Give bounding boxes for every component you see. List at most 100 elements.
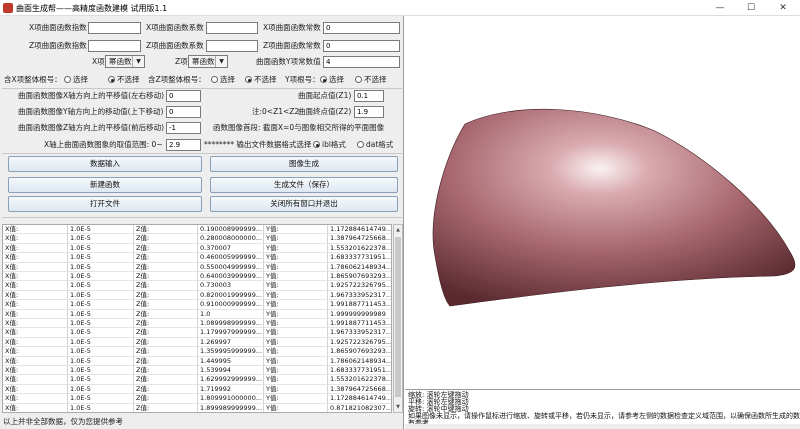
x-const-input[interactable]: 0 (323, 22, 400, 34)
z-const-input[interactable]: 0 (323, 40, 400, 52)
close-all-button[interactable]: 关闭所有窗口并退出 (210, 196, 398, 212)
generate-file-button[interactable]: 生成文件（保存） (210, 177, 398, 193)
table-row[interactable]: X值: 1.0E-5 Z值: 1.269997 Y值: 1.925722326795... (3, 337, 391, 348)
table-cell: Y值: (264, 253, 328, 263)
x-exp-input[interactable] (88, 22, 141, 34)
x-root-select-radio[interactable]: 选择 (64, 74, 88, 86)
y-shift-label: 曲面函数图像Y轴方向上的移动值(上下移动) (18, 107, 164, 116)
z-exp-input[interactable] (88, 40, 141, 52)
z-type-value: 幂函数 (192, 57, 215, 66)
table-cell: 1.172884614749... (328, 225, 392, 235)
table-row[interactable]: X值: 1.0E-5 Z值: 1.359995999999... Y值: 1.865907… (3, 347, 391, 357)
table-cell: 1.449995 (198, 356, 264, 366)
y-shift-input[interactable]: 0 (166, 106, 201, 118)
table-row[interactable]: X值: 1.0E-5 Z值: 0.280008000000... Y值: 1.387964… (3, 234, 391, 244)
table-row[interactable]: X值: 1.0E-5 Z值: 0.730003 Y值: 1.925722326795... (3, 281, 391, 291)
table-cell: 0.190008999999... (198, 225, 264, 235)
table-row[interactable]: X值: 1.0E-5 Z值: 1.539994 Y值: 1.683337731951... (3, 366, 391, 376)
table-row[interactable]: X值: 1.0E-5 Z值: 0.460005999999... Y值: 1.683337… (3, 253, 391, 263)
table-row[interactable]: X值: 1.0E-5 Z值: 0.550004999999... Y值: 1.786062… (3, 262, 391, 272)
radio-checked-icon (313, 141, 320, 148)
x-root-not-select-radio[interactable]: 不选择 (108, 74, 140, 86)
table-cell: 1.967333952317... (328, 290, 392, 301)
data-table[interactable]: X值: 1.0E-5 Z值: 0.190008999999... Y值: 1.172884… (2, 224, 392, 413)
table-cell: Z值: (134, 375, 198, 385)
z-root-not-select-radio[interactable]: 不选择 (245, 74, 277, 86)
image-generate-button[interactable]: 图像生成 (210, 156, 398, 172)
table-cell: 1.0E-5 (68, 356, 134, 366)
x-coef-input[interactable] (206, 22, 258, 34)
render-canvas[interactable] (405, 16, 800, 389)
scroll-up-icon[interactable]: ▲ (394, 225, 402, 235)
z-type-select[interactable]: 幂函数 ▼ (188, 55, 228, 68)
z-root-select-radio[interactable]: 选择 (211, 74, 235, 86)
x-const-label: X项曲面函数常数 (263, 23, 321, 32)
z-const-label: Z项曲面函数常数 (263, 41, 321, 50)
table-cell: Y值: (264, 234, 328, 244)
format-dat-radio[interactable]: dat格式 (357, 139, 393, 151)
scroll-down-icon[interactable]: ▼ (394, 402, 402, 412)
x-shift-input[interactable]: 0 (166, 90, 201, 102)
z-coef-input[interactable] (206, 40, 258, 52)
x-type-select[interactable]: 幂函数 ▼ (105, 55, 145, 68)
table-row[interactable]: X值: 1.0E-5 Z值: 1.0 Y值: 1.999999999989 (3, 309, 391, 319)
chevron-down-icon: ▼ (132, 56, 144, 67)
table-row[interactable]: X值: 1.0E-5 Z值: 1.449995 Y值: 1.786062148934... (3, 356, 391, 366)
table-cell: 1.999999999989 (328, 310, 391, 319)
table-row[interactable]: X值: 1.0E-5 Z值: 1.629992999999... Y值: 1.553201… (3, 375, 391, 385)
table-cell: 1.089998999999... (198, 319, 264, 329)
table-cell: X值: (3, 328, 68, 338)
data-input-button[interactable]: 数据输入 (8, 156, 202, 172)
table-cell: 1.0E-5 (68, 281, 134, 291)
y-const-input[interactable]: 4 (323, 56, 400, 68)
close-button[interactable]: ✕ (768, 0, 798, 16)
y-root-select-radio[interactable]: 选择 (320, 74, 344, 86)
open-file-button[interactable]: 打开文件 (8, 196, 202, 212)
table-cell: X值: (3, 281, 68, 291)
z1-input[interactable]: 0.1 (354, 90, 384, 102)
table-row[interactable]: X值: 1.0E-5 Z值: 0.190008999999... Y值: 1.172884… (3, 225, 392, 235)
table-row[interactable]: X值: 1.0E-5 Z值: 0.910000999999... Y值: 1.991887… (3, 300, 391, 310)
table-row[interactable]: X值: 1.0E-5 Z值: 1.809991000000... Y值: 1.172884… (3, 394, 391, 404)
z-range-note: 注:0<Z1<Z2 (252, 107, 300, 116)
maximize-button[interactable]: ☐ (736, 0, 766, 16)
x-exp-label: X项曲面函数指数 (29, 23, 87, 32)
y-root-not-select-radio[interactable]: 不选择 (355, 74, 387, 86)
x-type-value: 幂函数 (109, 57, 132, 66)
z2-input[interactable]: 1.9 (354, 106, 384, 118)
table-row[interactable]: X值: 1.0E-5 Z值: 1.089998999999... Y值: 1.991887… (3, 319, 391, 329)
radio-label: 选择 (329, 75, 344, 84)
minimize-button[interactable]: — (705, 0, 735, 16)
x-range-label: X轴上曲面函数图象的取值范围: 0~ (44, 140, 163, 149)
table-cell: Z值: (134, 328, 198, 338)
table-row[interactable]: X值: 1.0E-5 Z值: 0.820001999999... Y值: 1.967333… (3, 290, 392, 301)
table-cell: X值: (3, 262, 68, 272)
table-row[interactable]: X值: 1.0E-5 Z值: 0.370007 Y值: 1.553201622378... (3, 243, 391, 254)
table-cell: X值: (3, 300, 68, 310)
table-cell: X值: (3, 384, 68, 395)
info-scrollbar[interactable] (405, 424, 800, 429)
table-cell: Z值: (134, 243, 198, 254)
table-row[interactable]: X值: 1.0E-5 Z值: 0.640003999999... Y值: 1.865907… (3, 272, 391, 282)
new-function-button[interactable]: 新建函数 (8, 177, 202, 193)
z1-label: 曲面起点值(Z1) (298, 91, 352, 100)
format-ibl-radio[interactable]: ibl格式 (313, 139, 346, 151)
divider (2, 217, 402, 218)
table-cell: X值: (3, 403, 68, 412)
table-scrollbar[interactable]: ▲ ▼ (393, 224, 403, 413)
z-shift-input[interactable]: -1 (166, 122, 201, 134)
table-cell: Y值: (264, 375, 328, 385)
z-type-label: Z项 (175, 57, 188, 66)
table-cell: Y值: (264, 337, 328, 348)
table-cell: 1.0E-5 (68, 366, 134, 376)
x-range-input[interactable]: 2.9 (166, 139, 201, 151)
table-row[interactable]: X值: 1.0E-5 Z值: 1.179997999999... Y值: 1.967333… (3, 328, 391, 338)
scroll-thumb[interactable] (395, 237, 401, 397)
table-cell: 0.370007 (198, 243, 264, 254)
table-row[interactable]: X值: 1.0E-5 Z值: 1.719992 Y值: 1.387964725668... (3, 384, 391, 395)
table-cell: X值: (3, 347, 68, 357)
table-row[interactable]: X值: 1.0E-5 Z值: 1.899989999999... Y值: 0.871821… (3, 403, 391, 412)
table-cell: 1.0E-5 (68, 243, 134, 254)
table-cell: 1.0E-5 (68, 309, 134, 319)
y-const-label: 曲面函数Y项常数值 (256, 57, 321, 66)
